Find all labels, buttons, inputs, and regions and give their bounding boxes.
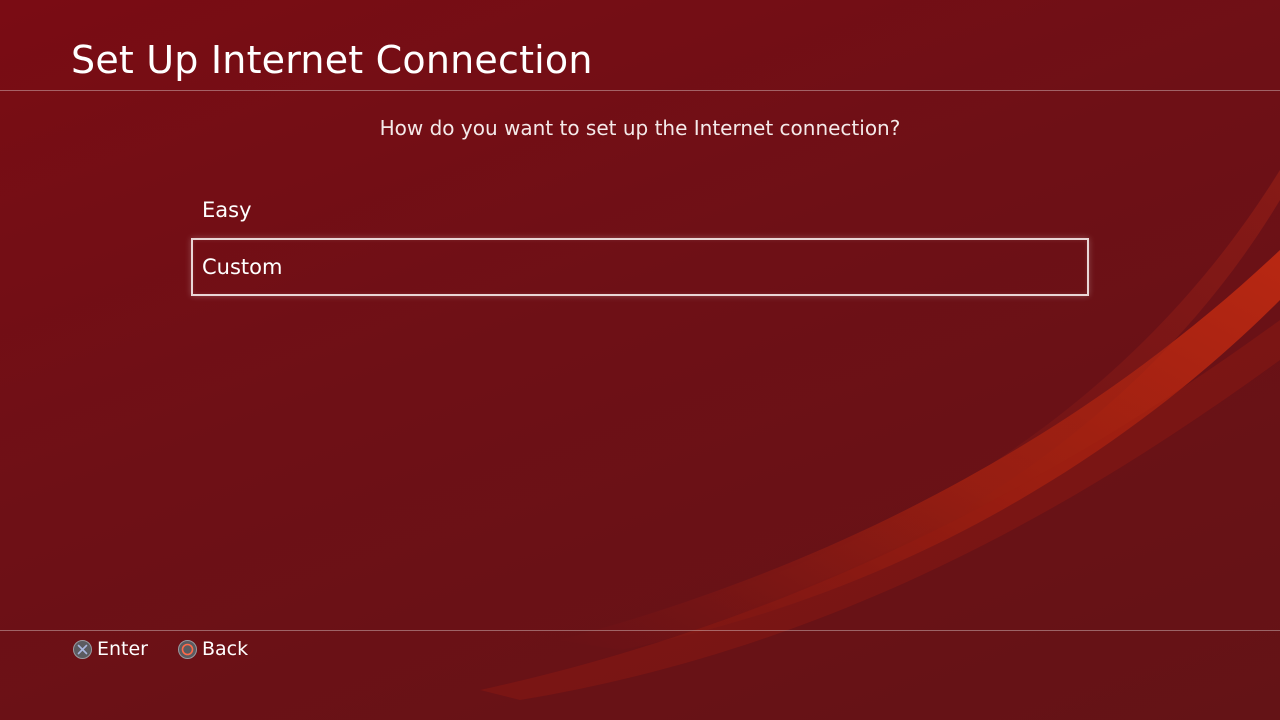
- back-hint[interactable]: Back: [178, 638, 248, 660]
- header-divider: [0, 90, 1280, 91]
- enter-hint-label: Enter: [97, 638, 148, 660]
- page-title: Set Up Internet Connection: [71, 38, 593, 82]
- back-hint-label: Back: [202, 638, 249, 660]
- cross-button-icon: [73, 639, 92, 659]
- connection-method-menu: Easy Custom: [191, 182, 1089, 296]
- menu-item-label: Easy: [202, 198, 252, 222]
- button-hints: Enter Back: [73, 637, 278, 661]
- setup-prompt: How do you want to set up the Internet c…: [379, 116, 901, 140]
- menu-item-custom[interactable]: Custom: [191, 238, 1089, 296]
- enter-hint[interactable]: Enter: [73, 638, 148, 660]
- menu-item-label: Custom: [202, 255, 283, 279]
- background-swoosh: [480, 170, 1280, 700]
- menu-item-easy[interactable]: Easy: [191, 182, 1089, 238]
- circle-button-icon: [178, 639, 197, 659]
- footer-divider: [0, 630, 1280, 631]
